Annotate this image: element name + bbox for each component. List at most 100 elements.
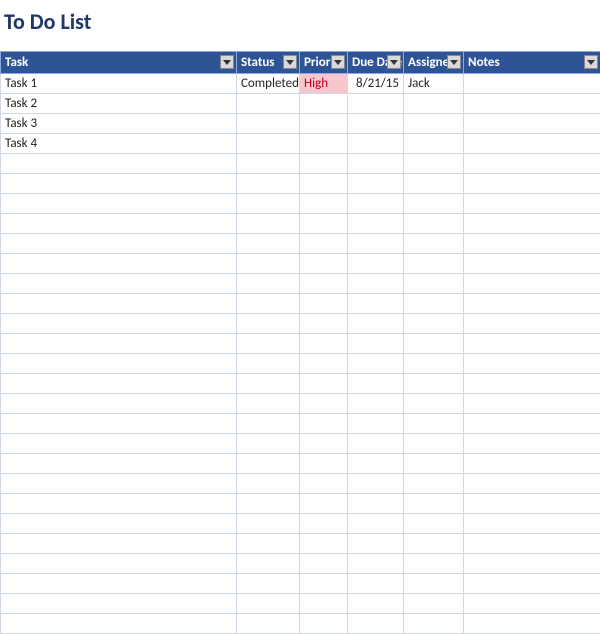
cell-empty[interactable] [237,154,300,174]
cell-empty[interactable] [464,554,600,574]
cell-empty[interactable] [237,454,300,474]
header-status[interactable]: Status [237,52,300,74]
cell-empty[interactable] [300,314,348,334]
cell-empty[interactable] [464,434,600,454]
cell-empty[interactable] [348,174,404,194]
cell-empty[interactable] [300,294,348,314]
cell-empty[interactable] [1,594,237,614]
cell-empty[interactable] [404,274,464,294]
cell-empty[interactable] [1,554,237,574]
cell-empty[interactable] [348,194,404,214]
cell-empty[interactable] [237,334,300,354]
cell-empty[interactable] [237,194,300,214]
cell-task[interactable]: Task 1 [1,74,237,94]
filter-icon[interactable] [447,55,461,69]
cell-empty[interactable] [348,554,404,574]
cell-empty[interactable] [348,514,404,534]
cell-empty[interactable] [1,494,237,514]
cell-empty[interactable] [300,614,348,634]
cell-empty[interactable] [300,394,348,414]
cell-empty[interactable] [237,474,300,494]
cell-empty[interactable] [1,534,237,554]
cell-empty[interactable] [404,614,464,634]
cell-assignee[interactable] [404,94,464,114]
cell-empty[interactable] [464,514,600,534]
cell-empty[interactable] [464,494,600,514]
cell-empty[interactable] [1,434,237,454]
header-task[interactable]: Task [1,52,237,74]
cell-empty[interactable] [404,574,464,594]
cell-empty[interactable] [464,234,600,254]
cell-empty[interactable] [237,554,300,574]
cell-priority[interactable]: High [300,74,348,94]
cell-empty[interactable] [464,394,600,414]
cell-empty[interactable] [464,594,600,614]
cell-empty[interactable] [1,174,237,194]
cell-empty[interactable] [300,334,348,354]
cell-empty[interactable] [464,334,600,354]
cell-empty[interactable] [464,294,600,314]
cell-empty[interactable] [237,434,300,454]
cell-priority[interactable] [300,94,348,114]
cell-empty[interactable] [348,274,404,294]
header-duedate[interactable]: Due Date [348,52,404,74]
cell-empty[interactable] [464,254,600,274]
cell-empty[interactable] [237,594,300,614]
cell-empty[interactable] [464,374,600,394]
cell-empty[interactable] [348,614,404,634]
cell-status[interactable] [237,94,300,114]
cell-empty[interactable] [348,574,404,594]
cell-empty[interactable] [464,274,600,294]
cell-empty[interactable] [237,574,300,594]
cell-empty[interactable] [404,354,464,374]
cell-empty[interactable] [300,494,348,514]
cell-empty[interactable] [464,414,600,434]
cell-empty[interactable] [237,514,300,534]
cell-empty[interactable] [1,294,237,314]
cell-empty[interactable] [237,234,300,254]
cell-empty[interactable] [237,354,300,374]
cell-empty[interactable] [404,414,464,434]
cell-duedate[interactable] [348,94,404,114]
cell-empty[interactable] [237,254,300,274]
cell-empty[interactable] [404,194,464,214]
cell-empty[interactable] [300,574,348,594]
cell-empty[interactable] [300,234,348,254]
cell-empty[interactable] [348,154,404,174]
cell-empty[interactable] [348,374,404,394]
cell-empty[interactable] [404,474,464,494]
header-priority[interactable]: Priority [300,52,348,74]
cell-empty[interactable] [348,494,404,514]
cell-notes[interactable] [464,94,600,114]
cell-empty[interactable] [300,554,348,574]
cell-empty[interactable] [404,594,464,614]
cell-empty[interactable] [300,274,348,294]
cell-empty[interactable] [404,154,464,174]
cell-empty[interactable] [300,514,348,534]
cell-empty[interactable] [404,554,464,574]
cell-status[interactable]: Completed [237,74,300,94]
cell-empty[interactable] [404,374,464,394]
cell-empty[interactable] [348,214,404,234]
cell-empty[interactable] [404,514,464,534]
cell-empty[interactable] [1,314,237,334]
cell-empty[interactable] [404,394,464,414]
cell-empty[interactable] [237,214,300,234]
cell-empty[interactable] [300,214,348,234]
cell-empty[interactable] [237,174,300,194]
cell-empty[interactable] [1,394,237,414]
cell-empty[interactable] [464,614,600,634]
cell-empty[interactable] [300,434,348,454]
cell-empty[interactable] [404,174,464,194]
cell-empty[interactable] [348,414,404,434]
cell-notes[interactable] [464,114,600,134]
header-assignee[interactable]: Assignee [404,52,464,74]
cell-task[interactable]: Task 4 [1,134,237,154]
cell-empty[interactable] [348,434,404,454]
cell-empty[interactable] [464,154,600,174]
cell-empty[interactable] [348,394,404,414]
cell-empty[interactable] [348,594,404,614]
cell-empty[interactable] [1,234,237,254]
cell-empty[interactable] [300,354,348,374]
cell-empty[interactable] [464,314,600,334]
